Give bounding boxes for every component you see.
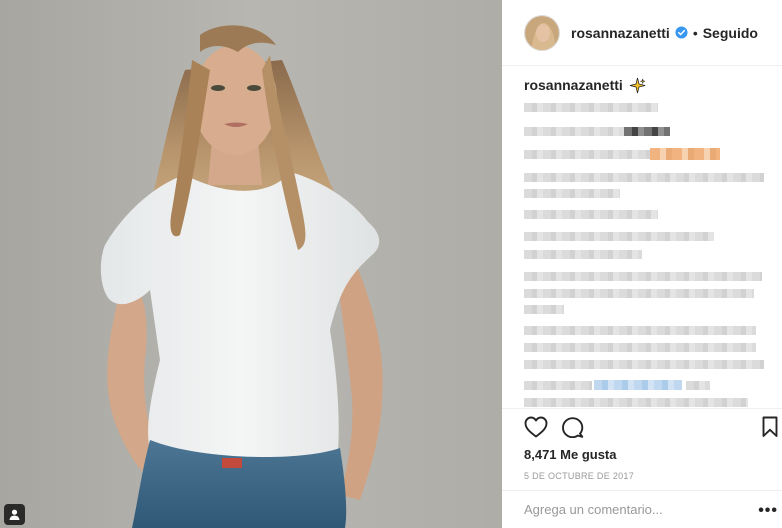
post-header: rosannazanetti • Seguido	[502, 0, 782, 66]
avatar[interactable]	[524, 14, 560, 51]
comment-box	[502, 490, 782, 528]
comment-button[interactable]	[561, 416, 584, 443]
header-username[interactable]: rosannazanetti	[571, 25, 670, 41]
person-illustration	[0, 0, 502, 528]
save-button[interactable]	[762, 416, 778, 443]
separator-dot: •	[692, 24, 698, 41]
more-options-button[interactable]: •••	[758, 502, 778, 520]
post-date: 5 DE OCTUBRE DE 2017	[524, 471, 635, 481]
heart-icon	[524, 416, 548, 438]
user-tag-icon[interactable]	[4, 504, 25, 525]
post-photo[interactable]	[0, 0, 502, 528]
bookmark-icon	[762, 416, 778, 437]
post-actions-bar	[524, 416, 778, 443]
caption-username[interactable]: rosannazanetti	[524, 77, 623, 93]
comment-bubble-icon	[562, 417, 584, 439]
caption: rosannazanetti	[524, 75, 774, 95]
verified-badge-icon	[675, 26, 688, 39]
sparkle-emoji-icon	[629, 77, 645, 93]
likes-count[interactable]: 8,471 Me gusta	[524, 447, 617, 462]
post-side-panel: rosannazanetti • Seguido rosannazanetti	[502, 0, 782, 528]
like-button[interactable]	[524, 416, 548, 443]
comment-input[interactable]	[524, 502, 744, 517]
follow-status-button[interactable]: Seguido	[703, 25, 758, 41]
actions-divider	[502, 408, 782, 409]
